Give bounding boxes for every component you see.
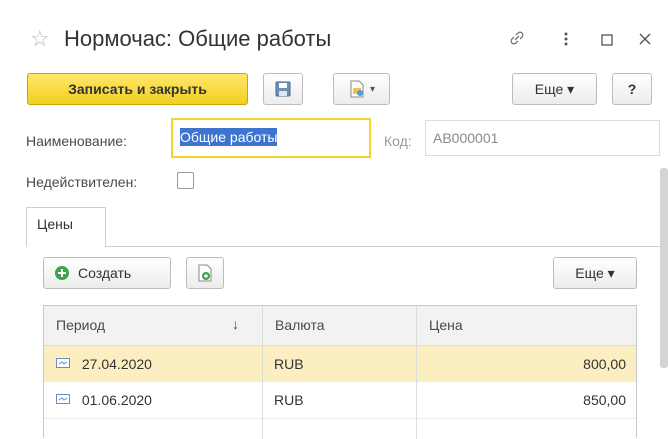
currency-cell: RUB (274, 356, 304, 372)
document-add-icon (198, 264, 212, 282)
scrollbar[interactable] (660, 168, 668, 368)
price-cell: 850,00 (583, 392, 626, 408)
period-value: 27.04.2020 (81, 356, 152, 372)
floppy-disk-icon (275, 81, 291, 97)
record-icon (56, 394, 70, 404)
currency-cell: RUB (274, 392, 304, 408)
table-row[interactable]: 01.06.2020 RUB 850,00 (44, 382, 636, 419)
report-menu-button[interactable]: ▾ (333, 73, 390, 105)
record-icon (56, 358, 70, 368)
create-button-label: Создать (78, 265, 132, 281)
prices-more-button[interactable]: Еще ▾ (553, 257, 637, 289)
document-report-icon (350, 80, 364, 98)
name-field[interactable]: Общие работы (171, 118, 371, 158)
save-and-close-button[interactable]: Записать и закрыть (27, 73, 248, 105)
column-header-period-label: Период (56, 317, 106, 333)
prices-table: Период ↓ Валюта Цена 27.04.2020 RUB 800,… (43, 305, 637, 439)
column-divider (262, 346, 263, 439)
copy-button[interactable] (186, 257, 224, 289)
period-value: 01.06.2020 (81, 392, 152, 408)
link-icon[interactable] (508, 29, 526, 52)
maximize-icon[interactable] (601, 33, 613, 51)
create-button[interactable]: Создать (43, 257, 171, 289)
column-header-price[interactable]: Цена (416, 306, 636, 346)
column-header-currency[interactable]: Валюта (262, 306, 416, 346)
period-cell: 01.06.2020 (56, 382, 256, 418)
chevron-down-icon: ▾ (369, 83, 376, 95)
more-vertical-icon[interactable] (563, 30, 569, 53)
period-cell: 27.04.2020 (56, 346, 256, 382)
more-button[interactable]: Еще ▾ (512, 73, 597, 105)
window-title: Нормочас: Общие работы (64, 26, 332, 51)
invalid-checkbox[interactable] (177, 172, 194, 189)
name-field-value: Общие работы (180, 128, 278, 146)
code-label: Код: (384, 133, 412, 149)
add-circle-icon (55, 266, 69, 280)
save-button[interactable] (263, 73, 303, 105)
name-label: Наименование: (26, 133, 127, 149)
price-cell: 800,00 (583, 356, 626, 372)
sort-arrow-icon: ↓ (232, 316, 239, 332)
favorite-star-icon[interactable]: ☆ (30, 28, 50, 50)
invalid-label: Недействителен: (26, 174, 138, 190)
code-field[interactable]: АВ000001 (425, 120, 660, 156)
column-header-period[interactable]: Период ↓ (44, 306, 262, 346)
column-divider (416, 346, 417, 439)
table-row[interactable]: 27.04.2020 RUB 800,00 (44, 346, 636, 382)
close-icon[interactable] (638, 32, 652, 51)
tab-prices[interactable]: Цены (26, 207, 106, 247)
help-button[interactable]: ? (612, 73, 652, 105)
